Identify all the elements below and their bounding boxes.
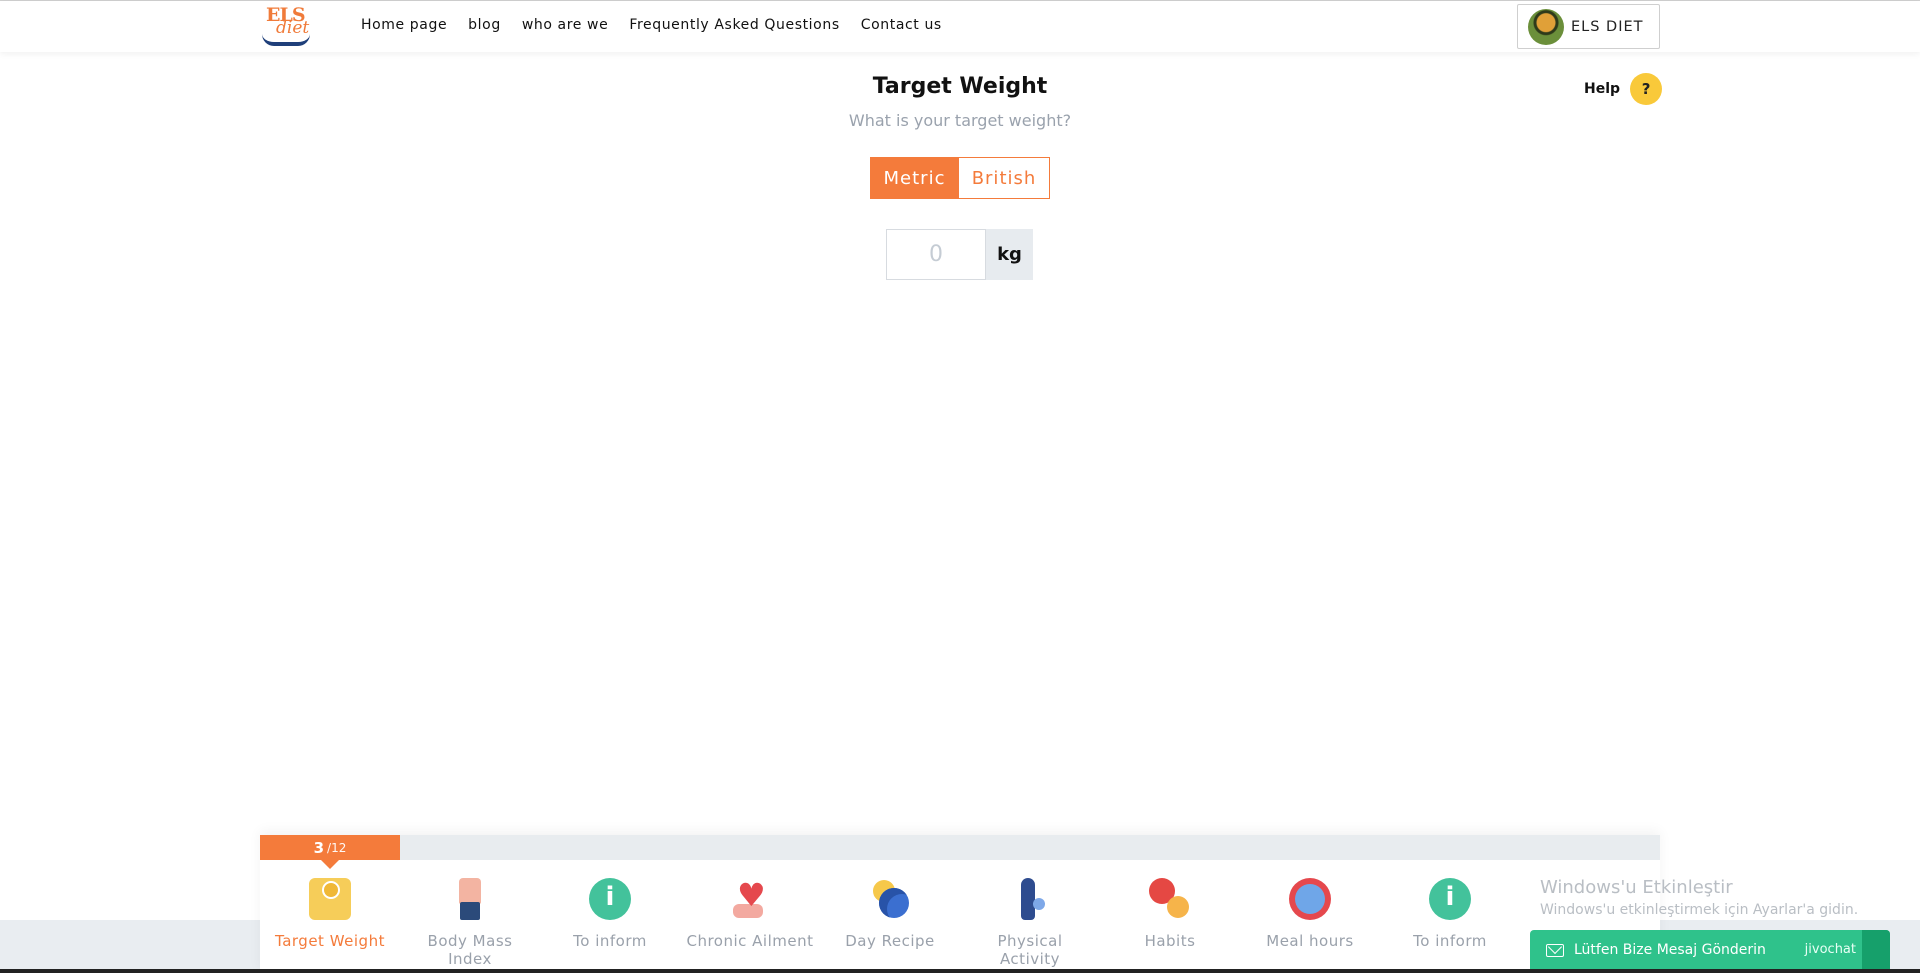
navbar: ELS diet Home page blog who are we Frequ… (0, 1, 1920, 52)
step-list: Target Weight Body Mass Index To inform … (260, 876, 1660, 968)
progress-current: 3 (313, 838, 325, 857)
help-label: Help (1584, 81, 1621, 97)
scale-icon (309, 878, 351, 920)
habits-icon (1149, 878, 1191, 920)
clock-icon (1289, 878, 1331, 920)
progress-indicator: 3 12 (260, 835, 400, 860)
info-icon (1429, 878, 1471, 920)
step-label: Meal hours (1266, 932, 1354, 950)
step-label: Target Weight (275, 932, 385, 950)
steps-panel: 3 12 Target Weight Body Mass Index To in… (260, 835, 1660, 973)
step-meal-hours[interactable]: Meal hours (1240, 878, 1380, 968)
sun-moon-icon (869, 878, 911, 920)
help-button[interactable]: Help ? (1584, 73, 1663, 105)
progress-track: 3 12 (260, 835, 1660, 860)
step-label: Day Recipe (845, 932, 935, 950)
info-icon (589, 878, 631, 920)
watermark-subtitle: Windows'u etkinleştirmek için Ayarlar'a … (1540, 902, 1859, 918)
user-name: ELS DIET (1571, 18, 1644, 35)
progress-total: 12 (327, 841, 346, 855)
fitness-icon (1009, 878, 1051, 920)
page-subtitle: What is your target weight? (848, 111, 1072, 130)
step-habits[interactable]: Habits (1100, 878, 1240, 968)
unit-toggle: Metric British (870, 157, 1050, 199)
step-label: To inform (573, 932, 647, 950)
envelope-icon (1546, 943, 1564, 957)
step-label: Habits (1144, 932, 1196, 950)
step-label: To inform (1413, 932, 1487, 950)
heart-hand-icon (729, 876, 771, 920)
page-title: Target Weight (872, 74, 1048, 99)
target-weight-input[interactable] (886, 229, 986, 280)
chat-label: Lütfen Bize Mesaj Gönderin (1574, 942, 1766, 958)
step-physical-activity[interactable]: Physical Activity (960, 878, 1100, 968)
nav-blog[interactable]: blog (468, 17, 501, 33)
step-target-weight[interactable]: Target Weight (260, 878, 400, 968)
help-question-icon: ? (1630, 73, 1663, 105)
bottom-edge (0, 969, 1920, 973)
step-day-recipe[interactable]: Day Recipe (820, 878, 960, 968)
step-to-inform-2[interactable]: To inform (1380, 878, 1520, 968)
step-chronic-ailment[interactable]: Chronic Ailment (680, 876, 820, 968)
step-label: Body Mass Index (427, 932, 513, 968)
step-body-mass-index[interactable]: Body Mass Index (400, 878, 540, 968)
chat-corner (1862, 930, 1890, 970)
progress-pointer-icon (321, 860, 339, 869)
step-to-inform[interactable]: To inform (540, 878, 680, 968)
nav-faq[interactable]: Frequently Asked Questions (629, 17, 839, 33)
body-icon (449, 878, 491, 920)
step-label: Physical Activity (997, 932, 1063, 968)
nav-about[interactable]: who are we (522, 17, 609, 33)
step-label: Chronic Ailment (686, 932, 814, 950)
nav-home[interactable]: Home page (361, 17, 447, 33)
live-chat-button[interactable]: Lütfen Bize Mesaj Gönderin jivochat (1530, 930, 1890, 970)
unit-metric-button[interactable]: Metric (870, 157, 959, 199)
nav-contact[interactable]: Contact us (861, 17, 942, 33)
logo-bowl-icon (262, 34, 310, 46)
unit-british-button[interactable]: British (959, 157, 1050, 199)
windows-activation-watermark: Windows'u Etkinleştir Windows'u etkinleş… (1540, 877, 1858, 918)
user-account-button[interactable]: ELS DIET (1517, 4, 1660, 49)
watermark-title: Windows'u Etkinleştir (1540, 877, 1733, 898)
avatar (1528, 8, 1564, 45)
chat-brand: jivochat (1804, 942, 1856, 957)
weight-unit-label: kg (986, 229, 1033, 280)
site-logo[interactable]: ELS diet (258, 4, 314, 48)
main-nav: Home page blog who are we Frequently Ask… (361, 17, 963, 33)
